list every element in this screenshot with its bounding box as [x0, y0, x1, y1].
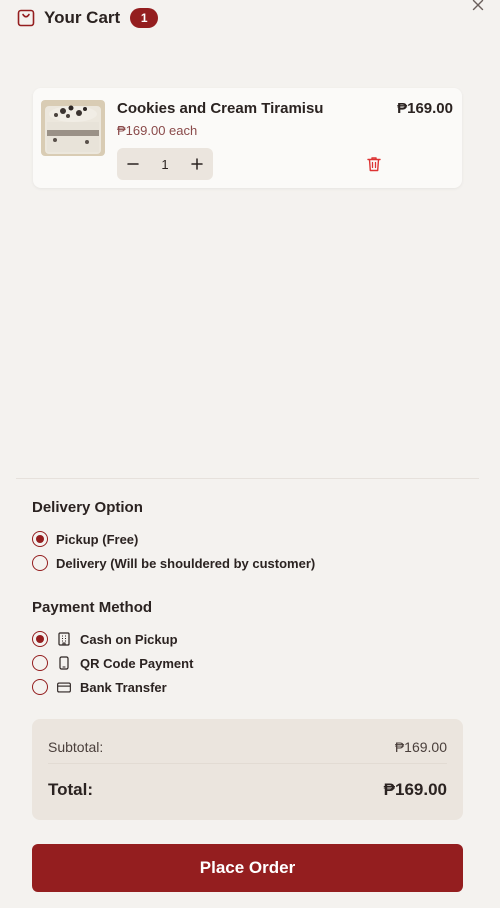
summary-divider [48, 763, 447, 764]
product-name: Cookies and Cream Tiramisu [117, 100, 324, 117]
delivery-option-label: Pickup (Free) [56, 531, 139, 547]
plus-icon[interactable] [181, 148, 213, 180]
radio-unselected[interactable] [32, 655, 48, 671]
order-summary: Subtotal: ₱169.00 Total: ₱169.00 [32, 719, 463, 820]
cart-count-badge: 1 [130, 8, 159, 28]
building-icon [57, 632, 71, 646]
product-unit-price: ₱169.00 each [117, 123, 198, 138]
cart-header: Your Cart 1 [16, 6, 159, 30]
minus-icon[interactable] [117, 148, 149, 180]
radio-selected[interactable] [32, 631, 48, 647]
payment-method-title: Payment Method [32, 599, 153, 616]
payment-option-label: QR Code Payment [80, 655, 194, 671]
cart-item: Cookies and Cream Tiramisu ₱169.00 each … [33, 88, 462, 188]
radio-selected[interactable] [32, 531, 48, 547]
product-line-total: ₱169.00 [397, 100, 453, 117]
delivery-option-delivery[interactable]: Delivery (Will be shouldered by customer… [32, 554, 315, 572]
delivery-option-pickup[interactable]: Pickup (Free) [32, 530, 138, 548]
quantity-value: 1 [161, 156, 169, 172]
payment-option-cash[interactable]: Cash on Pickup [32, 630, 178, 648]
trash-icon[interactable] [367, 156, 381, 172]
subtotal-label: Subtotal: [48, 739, 104, 755]
radio-unselected[interactable] [32, 555, 48, 571]
subtotal-value: ₱169.00 [394, 739, 447, 755]
delivery-option-label: Delivery (Will be shouldered by customer… [56, 555, 316, 571]
quantity-stepper: 1 [117, 148, 213, 180]
payment-option-label: Cash on Pickup [80, 631, 178, 647]
payment-option-label: Bank Transfer [80, 679, 167, 695]
shopping-bag-icon [16, 8, 36, 28]
product-thumbnail[interactable] [41, 100, 105, 156]
close-icon[interactable] [470, 0, 486, 13]
credit-card-icon [57, 680, 71, 694]
radio-unselected[interactable] [32, 679, 48, 695]
total-label: Total: [48, 780, 94, 799]
phone-icon [57, 656, 71, 670]
payment-option-bank[interactable]: Bank Transfer [32, 678, 167, 696]
section-divider [16, 478, 479, 479]
total-value: ₱169.00 [383, 780, 447, 799]
cart-title: Your Cart [44, 8, 121, 27]
delivery-option-title: Delivery Option [32, 499, 143, 516]
payment-option-qr[interactable]: QR Code Payment [32, 654, 193, 672]
place-order-button[interactable]: Place Order [32, 844, 463, 892]
